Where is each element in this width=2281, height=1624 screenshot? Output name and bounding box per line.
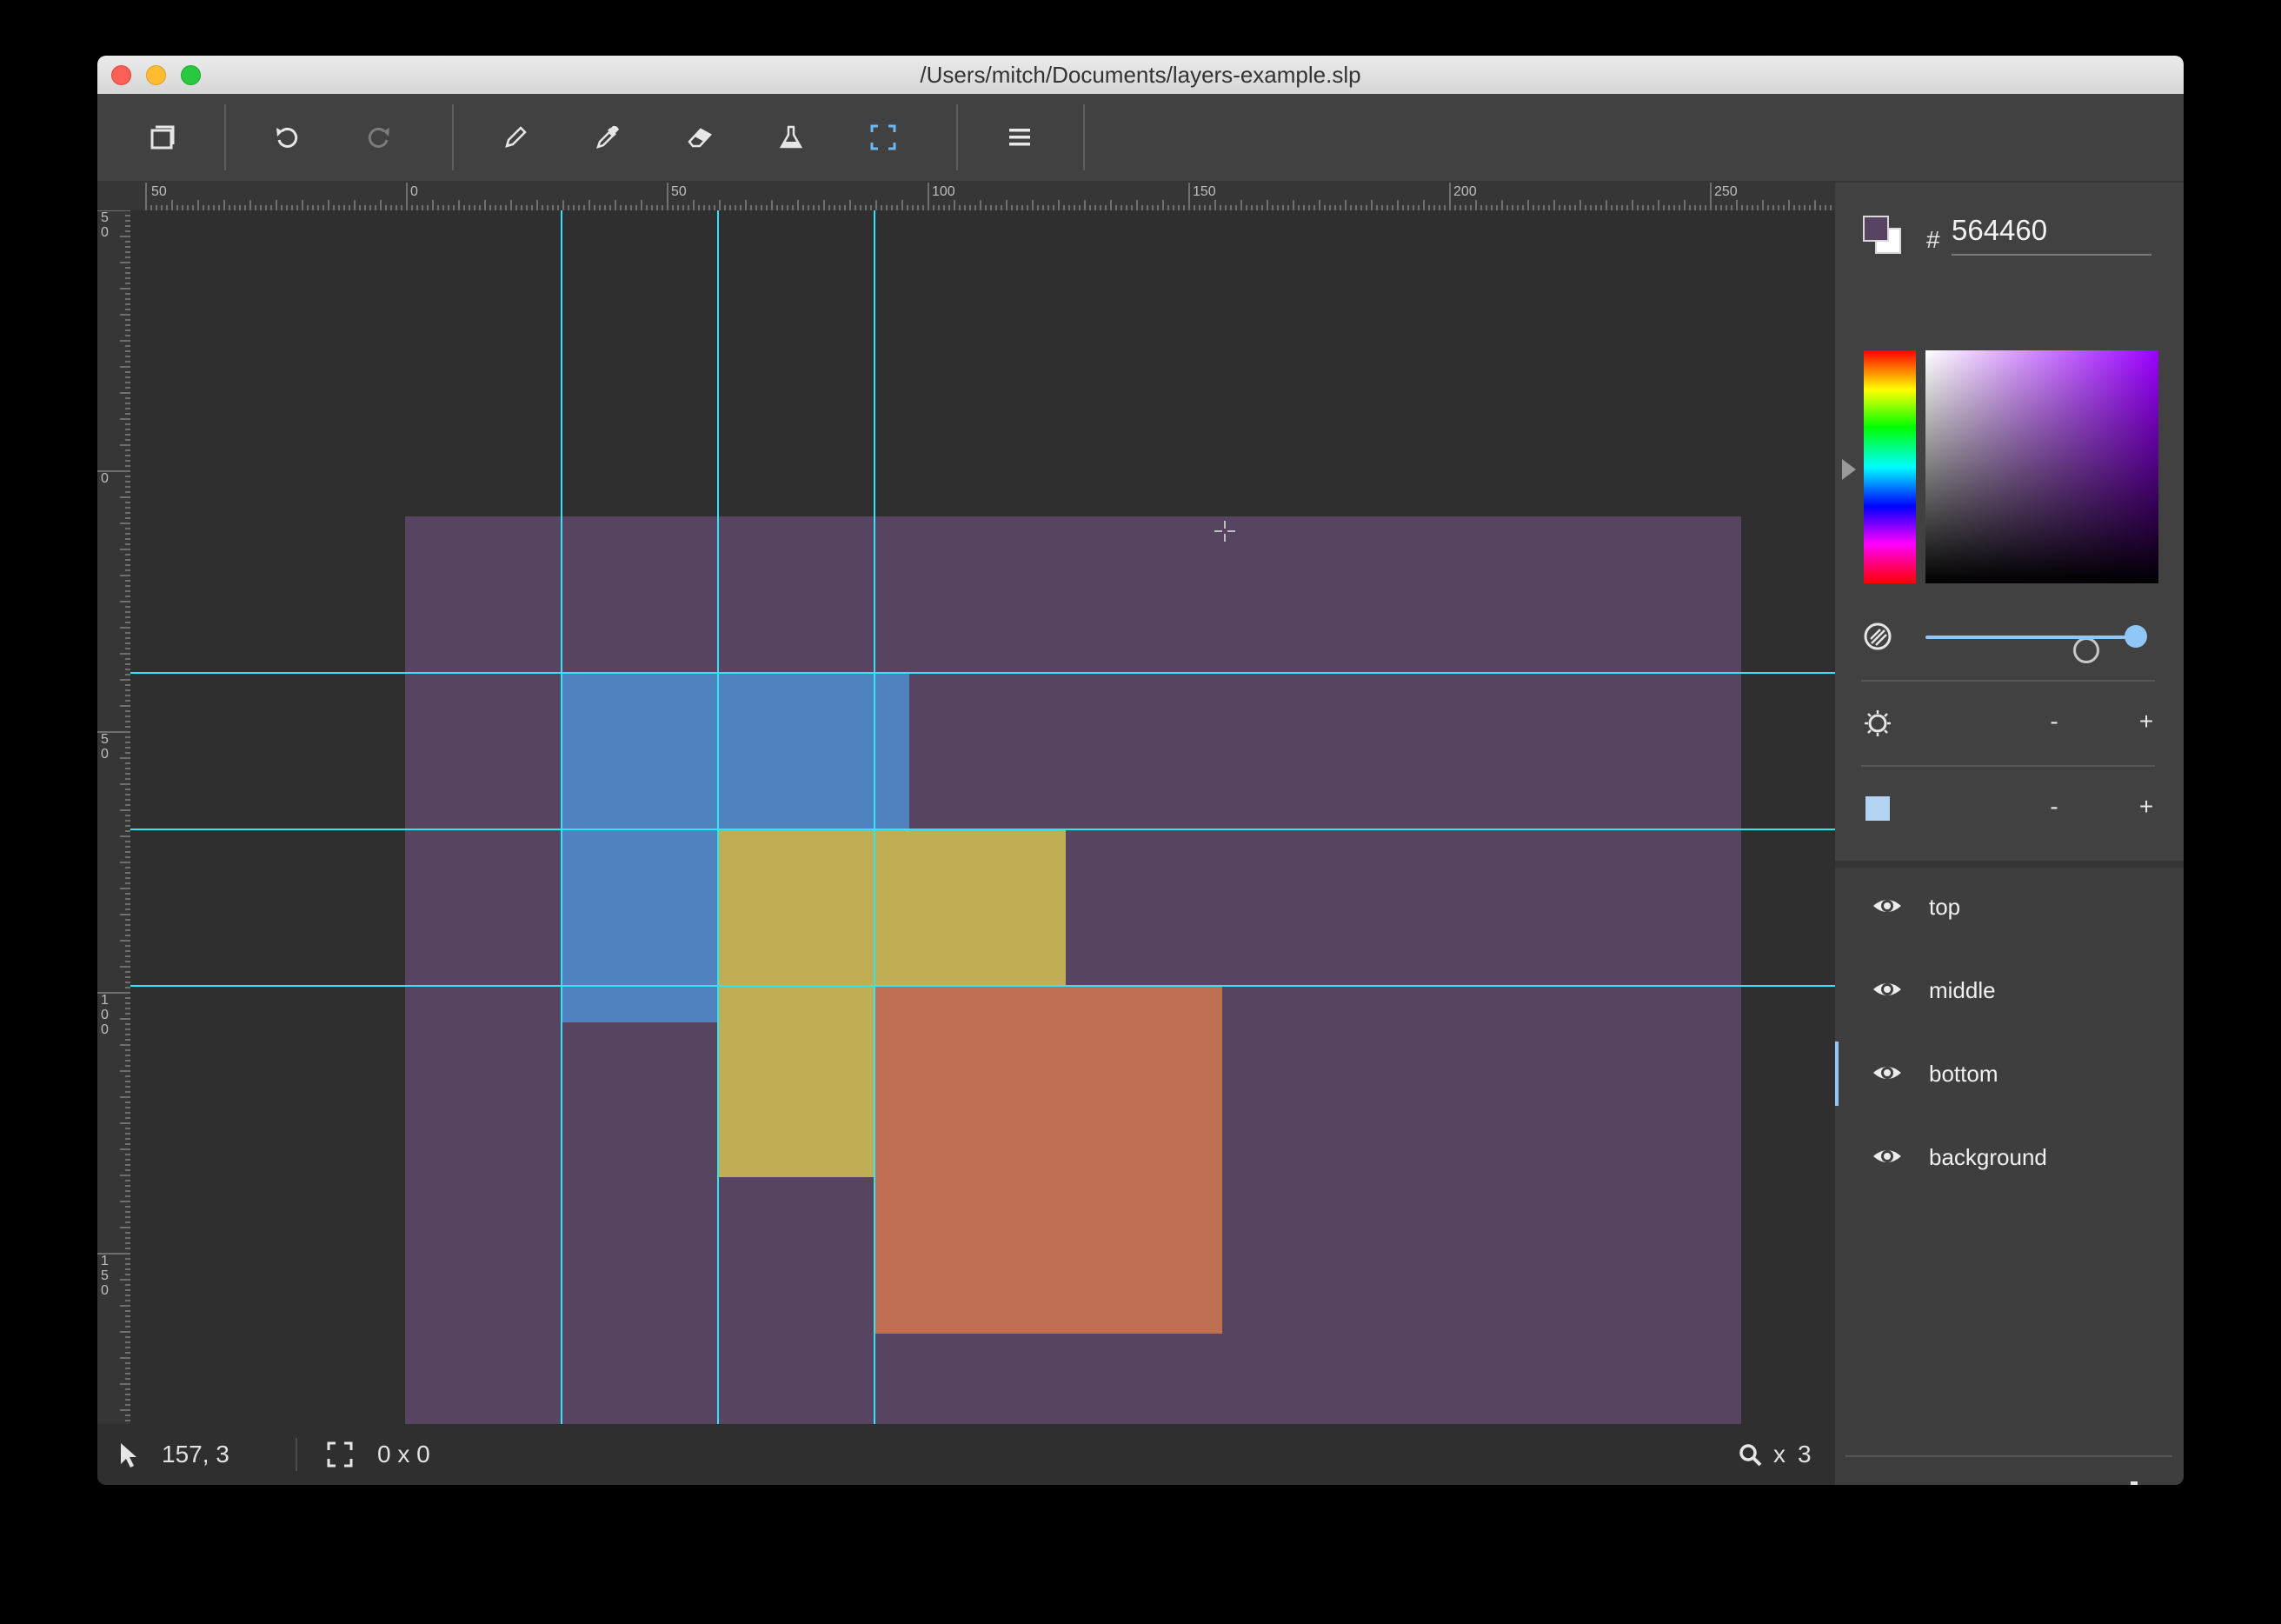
- layer-name: background: [1929, 1144, 2047, 1170]
- vertical-ruler: 50 0 50 100 150: [97, 210, 130, 1478]
- selection-size: 0 x 0: [377, 1441, 430, 1468]
- redo-icon: [368, 127, 389, 148]
- move-layer-down-button[interactable]: [1945, 1476, 1979, 1485]
- eye-icon[interactable]: [1872, 890, 1903, 922]
- opacity-slider-knob[interactable]: [2125, 625, 2147, 648]
- guide-line-horizontal[interactable]: [130, 672, 1835, 674]
- add-layer-button[interactable]: +: [1863, 1476, 1898, 1485]
- bottom-layer-shape: [874, 986, 1222, 1334]
- eraser-tool-button[interactable]: [675, 113, 724, 162]
- ruler-label: 0: [410, 184, 418, 199]
- guide-line-vertical[interactable]: [874, 210, 875, 1478]
- ruler-label: 50: [101, 210, 109, 240]
- menu-button[interactable]: [995, 113, 1044, 162]
- toolbar-separator: [1083, 104, 1085, 170]
- layer-name: top: [1929, 894, 1961, 920]
- brush-size-decrease-button[interactable]: -: [2037, 793, 2072, 821]
- layer-name: middle: [1929, 977, 1996, 1003]
- ruler-label: 150: [101, 1254, 109, 1298]
- panel-divider: [1861, 765, 2155, 767]
- brush-size-increase-button[interactable]: +: [2129, 793, 2164, 821]
- app-window: /Users/mitch/Documents/layers-example.sl…: [97, 56, 2184, 1485]
- layer-item-bottom[interactable]: bottom: [1835, 1035, 2184, 1113]
- selection-icon: [870, 124, 896, 150]
- toolbar: [97, 94, 2184, 183]
- ruler-label: 100: [101, 993, 109, 1037]
- horizontal-ruler: 50 0 50 100 150 200 250: [97, 183, 1835, 210]
- zoom-prefix: x: [1773, 1441, 1786, 1468]
- foreground-color-swatch[interactable]: [1863, 216, 1889, 242]
- layers-panel: top middle bottom background +: [1835, 861, 2184, 1485]
- guide-line-horizontal[interactable]: [130, 985, 1835, 987]
- ruler-label: 150: [1193, 184, 1216, 199]
- eraser-icon: [688, 128, 713, 148]
- brush-size-icon: [1863, 794, 1892, 823]
- ruler-label: 250: [1714, 184, 1738, 199]
- guide-line-vertical[interactable]: [561, 210, 562, 1478]
- brightness-increase-button[interactable]: +: [2129, 708, 2164, 735]
- delete-layer-button[interactable]: [2117, 1476, 2151, 1485]
- brightness-decrease-button[interactable]: -: [2037, 708, 2072, 735]
- title-bar: /Users/mitch/Documents/layers-example.sl…: [97, 56, 2184, 95]
- pointer-icon: [121, 1443, 136, 1468]
- guide-line-horizontal[interactable]: [130, 829, 1835, 830]
- status-bar: 157, 3 0 x 0 x 3: [97, 1424, 1835, 1485]
- cursor-position: 157, 3: [162, 1441, 229, 1468]
- eyedropper-icon: [596, 125, 619, 149]
- status-separator: [296, 1438, 297, 1471]
- hex-color-input[interactable]: 564460: [1952, 214, 2151, 256]
- redo-button[interactable]: [355, 113, 403, 162]
- toolbar-separator: [224, 104, 226, 170]
- window-title: /Users/mitch/Documents/layers-example.sl…: [920, 62, 1361, 88]
- ruler-label: 100: [932, 184, 955, 199]
- trash-icon: [2131, 1481, 2138, 1485]
- fill-tool-button[interactable]: [767, 113, 815, 162]
- hue-pointer-icon[interactable]: [1842, 459, 1856, 480]
- layer-name: bottom: [1929, 1061, 1998, 1087]
- pencil-icon: [505, 126, 527, 148]
- eye-icon[interactable]: [1872, 1057, 1903, 1088]
- layer-item-top[interactable]: top: [1835, 868, 2184, 946]
- toolbar-separator: [956, 104, 958, 170]
- canvas-icon: [150, 125, 175, 150]
- zoom-icon: [1739, 1444, 1762, 1467]
- eye-icon[interactable]: [1872, 974, 1903, 1005]
- eye-icon[interactable]: [1872, 1141, 1903, 1172]
- horizontal-ruler-ticks: [145, 183, 1832, 210]
- drawing-canvas[interactable]: [130, 210, 1835, 1478]
- zoom-level[interactable]: 3: [1798, 1424, 1812, 1485]
- brightness-icon: [1863, 709, 1892, 738]
- panel-divider: [1861, 680, 2155, 682]
- crosshair-cursor-icon: [1214, 521, 1235, 542]
- hue-slider[interactable]: [1864, 350, 1916, 583]
- ruler-label: 0: [101, 471, 109, 486]
- menu-icon: [1009, 129, 1030, 146]
- fill-flask-icon: [779, 125, 803, 149]
- guide-line-vertical[interactable]: [717, 210, 719, 1478]
- opacity-slider[interactable]: [1925, 636, 2136, 639]
- undo-icon: [276, 127, 298, 148]
- canvas-settings-button[interactable]: [137, 113, 186, 162]
- hex-hash: #: [1926, 226, 1940, 253]
- color-picker-handle[interactable]: [2073, 637, 2099, 663]
- ruler-label: 200: [1453, 184, 1477, 199]
- move-layer-up-button[interactable]: [2026, 1476, 2061, 1485]
- layer-item-middle[interactable]: middle: [1835, 951, 2184, 1029]
- ruler-label: 50: [151, 184, 167, 199]
- saturation-value-picker[interactable]: [1925, 350, 2158, 663]
- selection-tool-button[interactable]: [859, 113, 908, 162]
- opacity-icon: [1863, 622, 1892, 651]
- selection-size-icon: [327, 1441, 353, 1468]
- eyedropper-tool-button[interactable]: [583, 113, 632, 162]
- ruler-label: 50: [671, 184, 687, 199]
- ruler-label: 50: [101, 732, 109, 762]
- toolbar-separator: [452, 104, 454, 170]
- undo-button[interactable]: [263, 113, 311, 162]
- pencil-tool-button[interactable]: [491, 113, 540, 162]
- layer-item-background[interactable]: background: [1835, 1118, 2184, 1196]
- layers-footer-divider: [1845, 1455, 2172, 1457]
